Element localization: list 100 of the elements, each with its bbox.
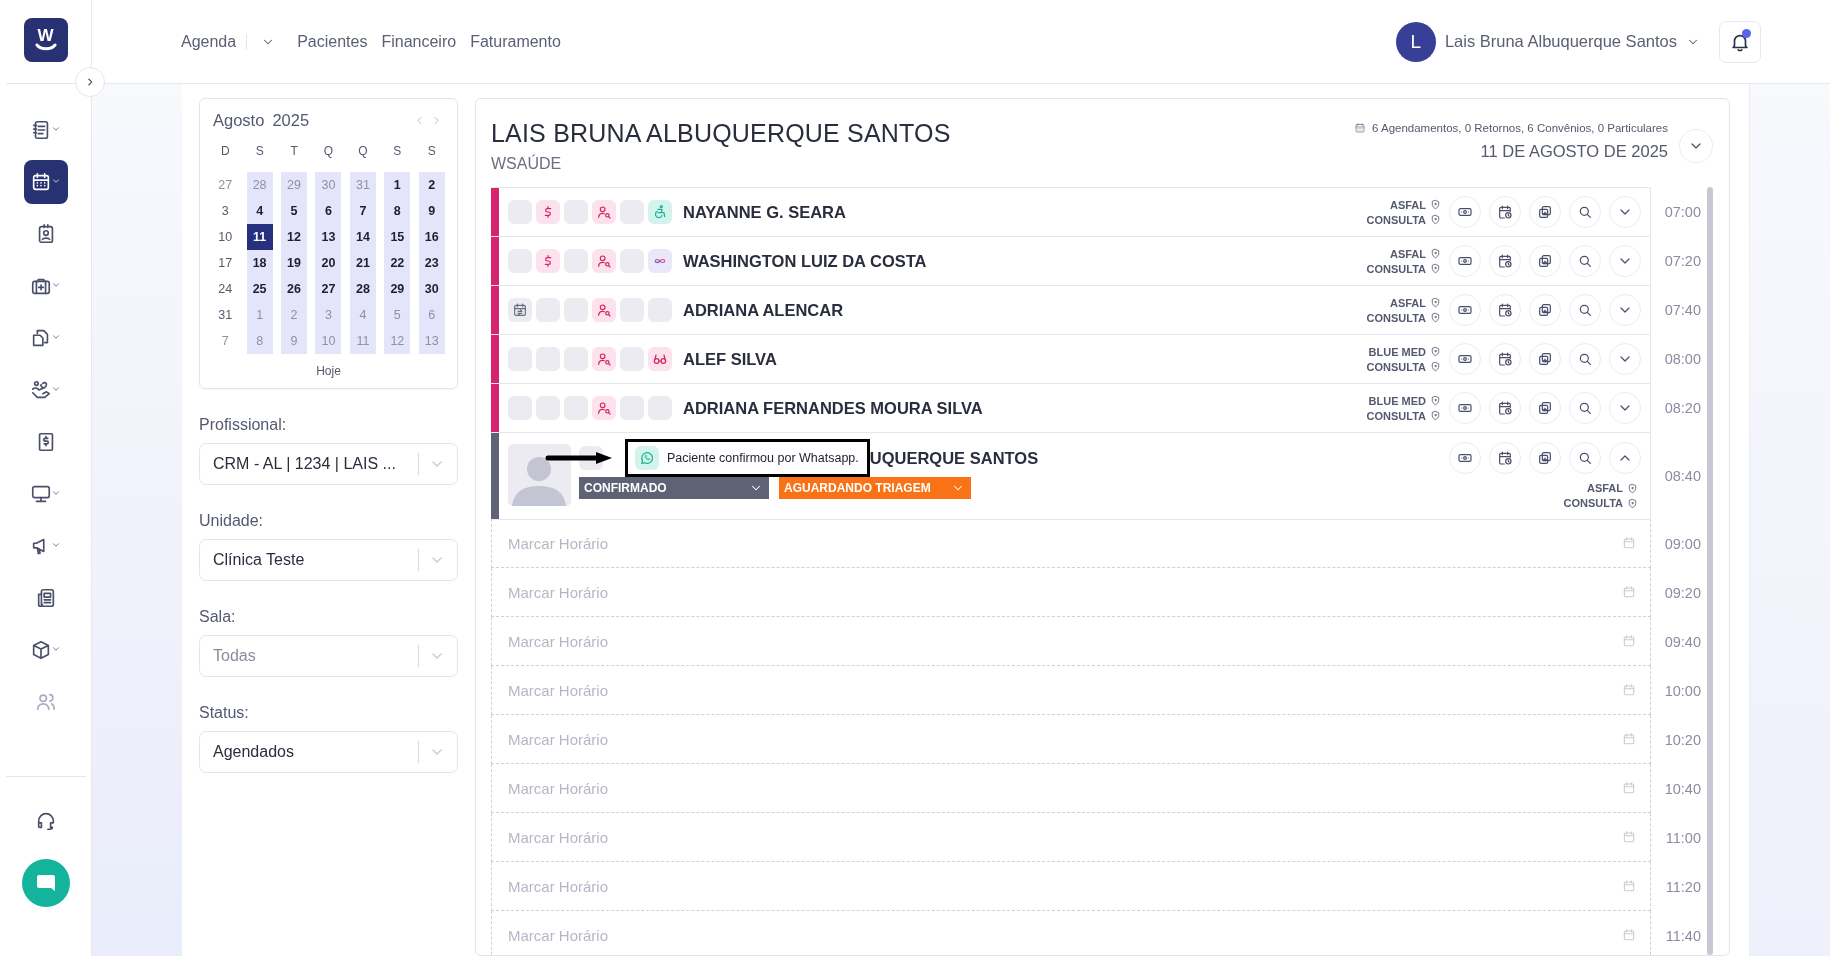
calendar-day[interactable]: 24 [212,276,239,302]
copy-button[interactable] [1529,343,1561,375]
search-button[interactable] [1569,343,1601,375]
copy-icon [1537,253,1553,269]
search-button[interactable] [1569,294,1601,326]
insurance-label: ASFAL [1389,198,1426,211]
calendar-day[interactable]: 5 [281,198,308,224]
search-icon [1577,450,1593,466]
weekday-label: D [219,144,231,160]
year-label: 2025 [272,111,310,130]
copy-button[interactable] [1529,442,1561,474]
calendar-day[interactable]: 21 [349,250,376,276]
calendar-day[interactable]: 12 [281,224,308,250]
hand-heart-icon [30,379,52,401]
copy-button[interactable] [1529,196,1561,228]
insurance-label: CONSULTA [1366,311,1426,324]
user-name[interactable]: Lais Bruna Albuquerque Santos [1444,32,1677,51]
calendar-day[interactable]: 3 [212,198,239,224]
appointment-row[interactable]: ALEF SILVA BLUE MED CONSULTA [491,334,1651,384]
appointment-row[interactable]: NAYANNE G. SEARA ASFAL CONSULTA [491,187,1651,237]
appointment-row[interactable]: ADRIANA ALENCAR ASFAL CONSULTA [491,285,1651,335]
money-button[interactable] [1449,294,1481,326]
month-label: Agosto [213,111,265,130]
sidebar-item[interactable] [23,160,68,204]
copy-button[interactable] [1529,245,1561,277]
select-field[interactable]: CRM - AL | 1234 | LAIS ... [199,443,458,485]
calendar-clock-button[interactable] [1489,245,1521,277]
search-button[interactable] [1569,442,1601,474]
copy-button[interactable] [1529,294,1561,326]
calendar-day[interactable]: 13 [315,224,342,250]
calendar-clock-button[interactable] [1489,196,1521,228]
today-button[interactable]: Hoje [316,364,341,378]
monitor-icon [30,483,52,505]
calendar-day[interactable]: 27 [315,276,342,302]
calendar-day[interactable]: 15 [384,224,411,250]
calendar-clock-button[interactable] [1489,343,1521,375]
calendar-day[interactable]: 26 [281,276,308,302]
nav-link[interactable]: Pacientes [297,32,368,51]
field-label: Profissional: [199,416,288,434]
copy-button[interactable] [1529,392,1561,424]
calendar-day[interactable]: 30 [418,276,445,302]
calendar-day[interactable]: 8 [384,198,411,224]
money-button[interactable] [1449,245,1481,277]
calendar-day[interactable]: 2 [418,172,445,198]
money-button[interactable] [1449,196,1481,228]
weekday-label: S [426,144,437,160]
nav-link[interactable]: Faturamento [470,32,561,51]
money-button[interactable] [1449,343,1481,375]
calendar-day[interactable]: 17 [212,250,239,276]
scrollbar[interactable] [1707,187,1713,955]
calendar-day[interactable]: 7 [349,198,376,224]
notification-button[interactable] [1719,20,1761,63]
calendar-clock-button[interactable] [1489,442,1521,474]
appointment-row[interactable]: WASHINGTON LUIZ DA COSTA ASFAL CONSULTA [491,236,1651,286]
calendar-day[interactable]: 1 [384,172,411,198]
time-label: 09:40 [1663,632,1701,652]
calendar-day[interactable]: 16 [418,224,445,250]
select-field[interactable]: Clínica Teste [199,539,458,581]
time-label: 08:20 [1663,398,1701,418]
status-select[interactable]: CONFIRMADO [579,477,769,499]
nav-link[interactable]: Agenda [181,32,237,51]
calendar-day[interactable]: 10 [212,224,239,250]
money-button[interactable] [1449,392,1481,424]
insurance-label: ASFAL [1389,247,1426,260]
calendar-icon [1622,634,1636,648]
chat-button[interactable] [21,859,70,907]
logo-icon[interactable]: W [23,18,68,62]
calendar-day[interactable]: 20 [315,250,342,276]
money-button[interactable] [1449,442,1481,474]
calendar-day[interactable]: 28 [349,276,376,302]
calendar-day[interactable]: 18 [246,250,273,276]
nav-link[interactable]: Financeiro [381,32,457,51]
calendar-day[interactable]: 25 [246,276,273,302]
search-button[interactable] [1569,392,1601,424]
search-button[interactable] [1569,245,1601,277]
search-button[interactable] [1569,196,1601,228]
calendar-clock-button[interactable] [1489,392,1521,424]
appointment-row[interactable]: Paciente confirmou por Whatsapp. UQUERQUE SANTOS CONFIRMADO AGUARDANDO TRIAGEM ASFAL CONSULTA [491,432,1651,520]
time-label: 10:20 [1663,730,1701,750]
calendar-day[interactable]: 11 [246,224,273,250]
calendar-day[interactable]: 22 [384,250,411,276]
weekday-label: Q [322,144,335,160]
calendar-day[interactable]: 23 [418,250,445,276]
calendar-day[interactable]: 6 [315,198,342,224]
calendar-day[interactable]: 9 [418,198,445,224]
select-field[interactable]: Agendados [199,731,458,773]
calendar-day[interactable]: 29 [384,276,411,302]
shield-icon [1430,361,1441,372]
appointment-row[interactable]: ADRIANA FERNANDES MOURA SILVA BLUE MED CONSULTA [491,383,1651,433]
person-search-icon [592,200,616,224]
calendar-day[interactable]: 31 [212,302,239,328]
field-label: Sala: [199,608,237,626]
box-icon [30,639,52,661]
calendar-day[interactable]: 14 [349,224,376,250]
calendar-clock-button[interactable] [1489,294,1521,326]
calendar-day[interactable]: 19 [281,250,308,276]
calendar-icon [1622,683,1636,697]
summary-text: 6 Agendamentos, 0 Retornos, 6 Convênios, 0 Particulares [1372,122,1668,134]
shield-icon [1430,263,1441,274]
calendar-day[interactable]: 4 [246,198,273,224]
